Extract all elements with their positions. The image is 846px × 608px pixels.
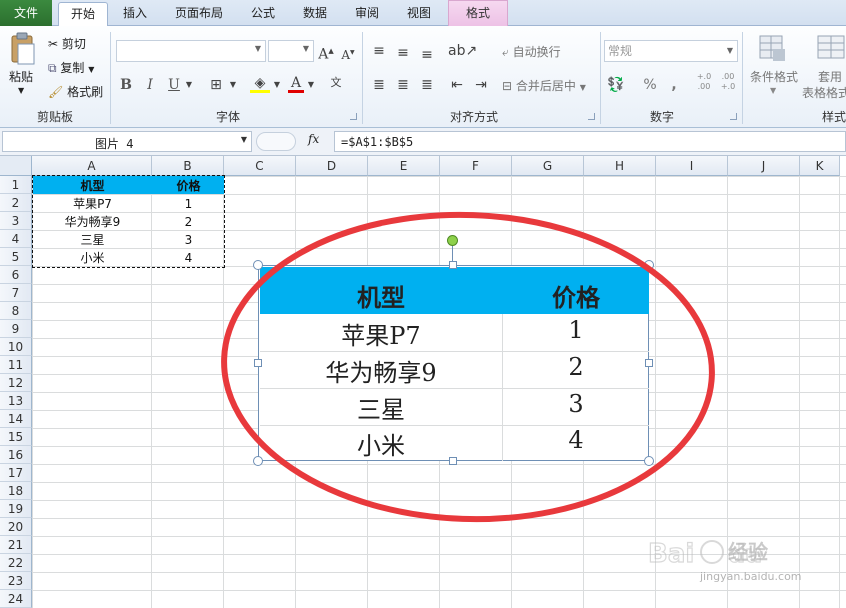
watermark-text: 经验 xyxy=(728,540,768,564)
watermark-url: jingyan.baidu.com xyxy=(700,570,802,583)
baidu-watermark-logo: Bai du xyxy=(647,532,798,572)
annotation-ellipse xyxy=(221,211,715,523)
svg-text:Bai: Bai xyxy=(648,539,694,569)
